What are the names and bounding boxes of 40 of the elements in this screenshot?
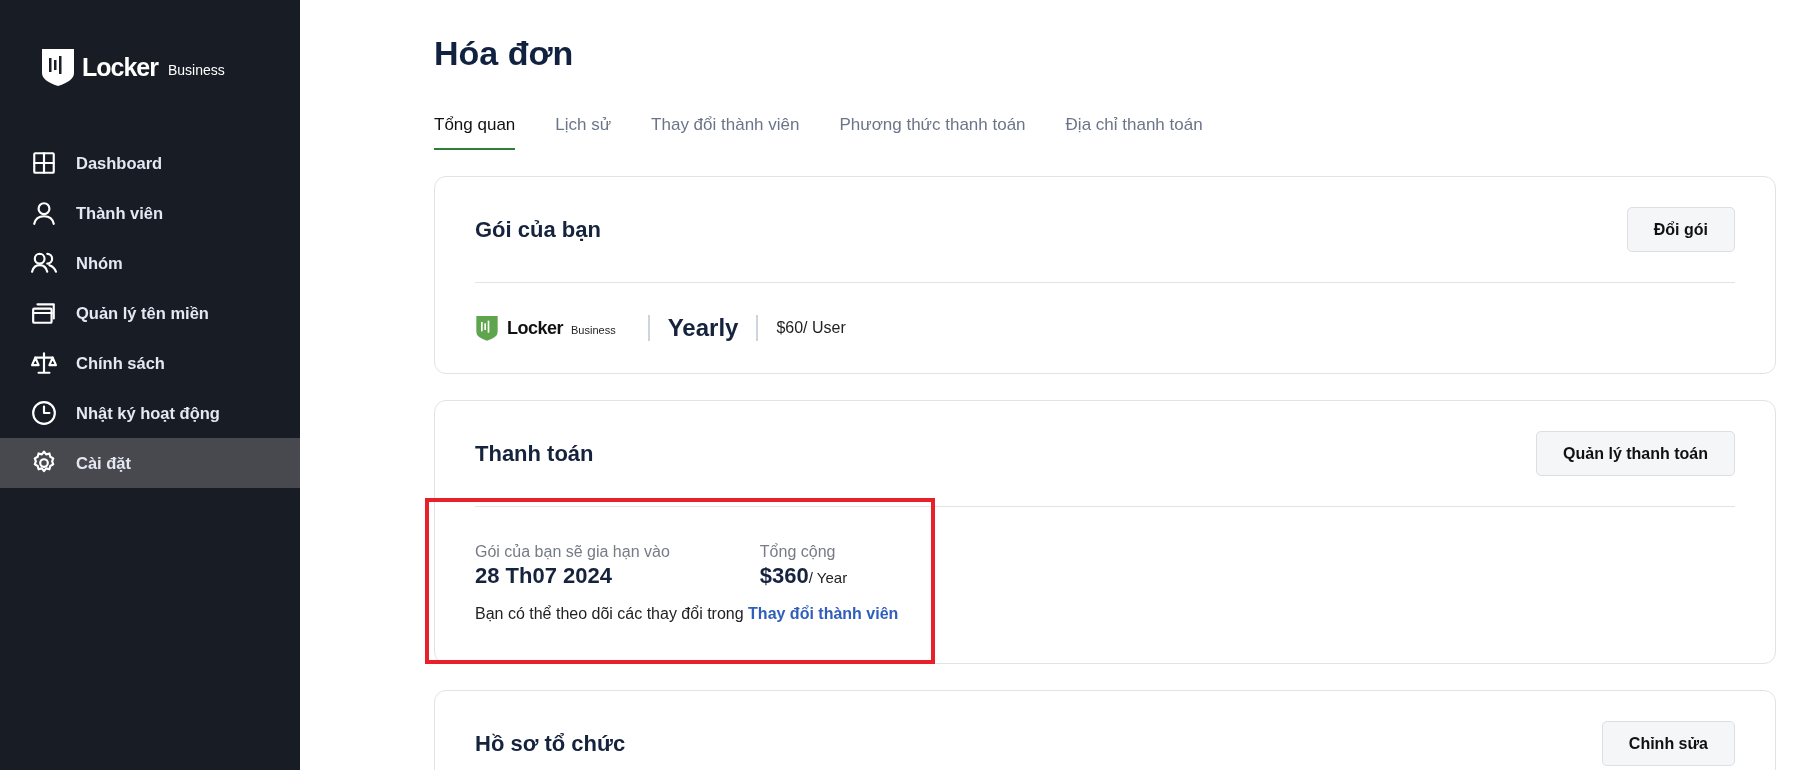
scale-icon xyxy=(31,350,57,376)
sidebar-item[interactable]: Nhóm xyxy=(0,238,300,288)
tab[interactable]: Địa chỉ thanh toán xyxy=(1065,115,1203,150)
sidebar-item[interactable]: Cài đặt xyxy=(0,438,300,488)
sidebar-item[interactable]: Dashboard xyxy=(0,138,300,188)
note-text: Bạn có thể theo dõi các thay đổi trong Thay đổi thành viên xyxy=(475,605,900,623)
shield-logo-icon xyxy=(40,47,76,87)
card-title: Thanh toán xyxy=(475,440,594,467)
clock-icon xyxy=(31,400,57,426)
member-changes-link[interactable]: Thay đổi thành viên xyxy=(748,605,899,622)
tab[interactable]: Phương thức thanh toán xyxy=(839,115,1026,150)
logo-edition: Business xyxy=(571,324,616,336)
logo-name: Locker xyxy=(507,317,564,339)
edit-button[interactable]: Chỉnh sửa xyxy=(1601,721,1735,766)
plan-price: $60/ User xyxy=(776,319,846,337)
card-title: Gói của bạn xyxy=(475,216,601,243)
card-title: Hồ sơ tổ chức xyxy=(475,730,626,757)
change-plan-button[interactable]: Đổi gói xyxy=(1626,207,1735,252)
tab[interactable]: Tổng quan xyxy=(434,115,516,150)
logo-name: Locker xyxy=(82,52,158,82)
windows-icon xyxy=(31,300,57,326)
total-unit: / Year xyxy=(808,569,848,586)
user-icon xyxy=(31,200,57,226)
sidebar-item[interactable]: Quản lý tên miền xyxy=(0,288,300,338)
tab[interactable]: Lịch sử xyxy=(555,115,612,150)
shield-logo-icon xyxy=(475,314,499,342)
manage-payment-button[interactable]: Quản lý thanh toán xyxy=(1536,431,1735,476)
total-amount: $360 xyxy=(759,563,809,589)
renew-label: Gói của bạn sẽ gia hạn vào xyxy=(475,543,670,561)
renew-date: 28 Th07 2024 xyxy=(475,563,613,589)
users-icon xyxy=(31,250,57,276)
tab[interactable]: Thay đổi thành viên xyxy=(651,115,800,150)
total-label: Tổng cộng xyxy=(759,543,837,561)
grid-icon xyxy=(31,150,57,176)
logo-edition: Business xyxy=(168,62,225,78)
sidebar-item[interactable]: Nhật ký hoạt động xyxy=(0,388,300,438)
billing-period: Yearly xyxy=(667,314,739,342)
sidebar-item[interactable]: Thành viên xyxy=(0,188,300,238)
page-title: Hóa đơn xyxy=(434,34,575,73)
sidebar-item[interactable]: Chính sách xyxy=(0,338,300,388)
